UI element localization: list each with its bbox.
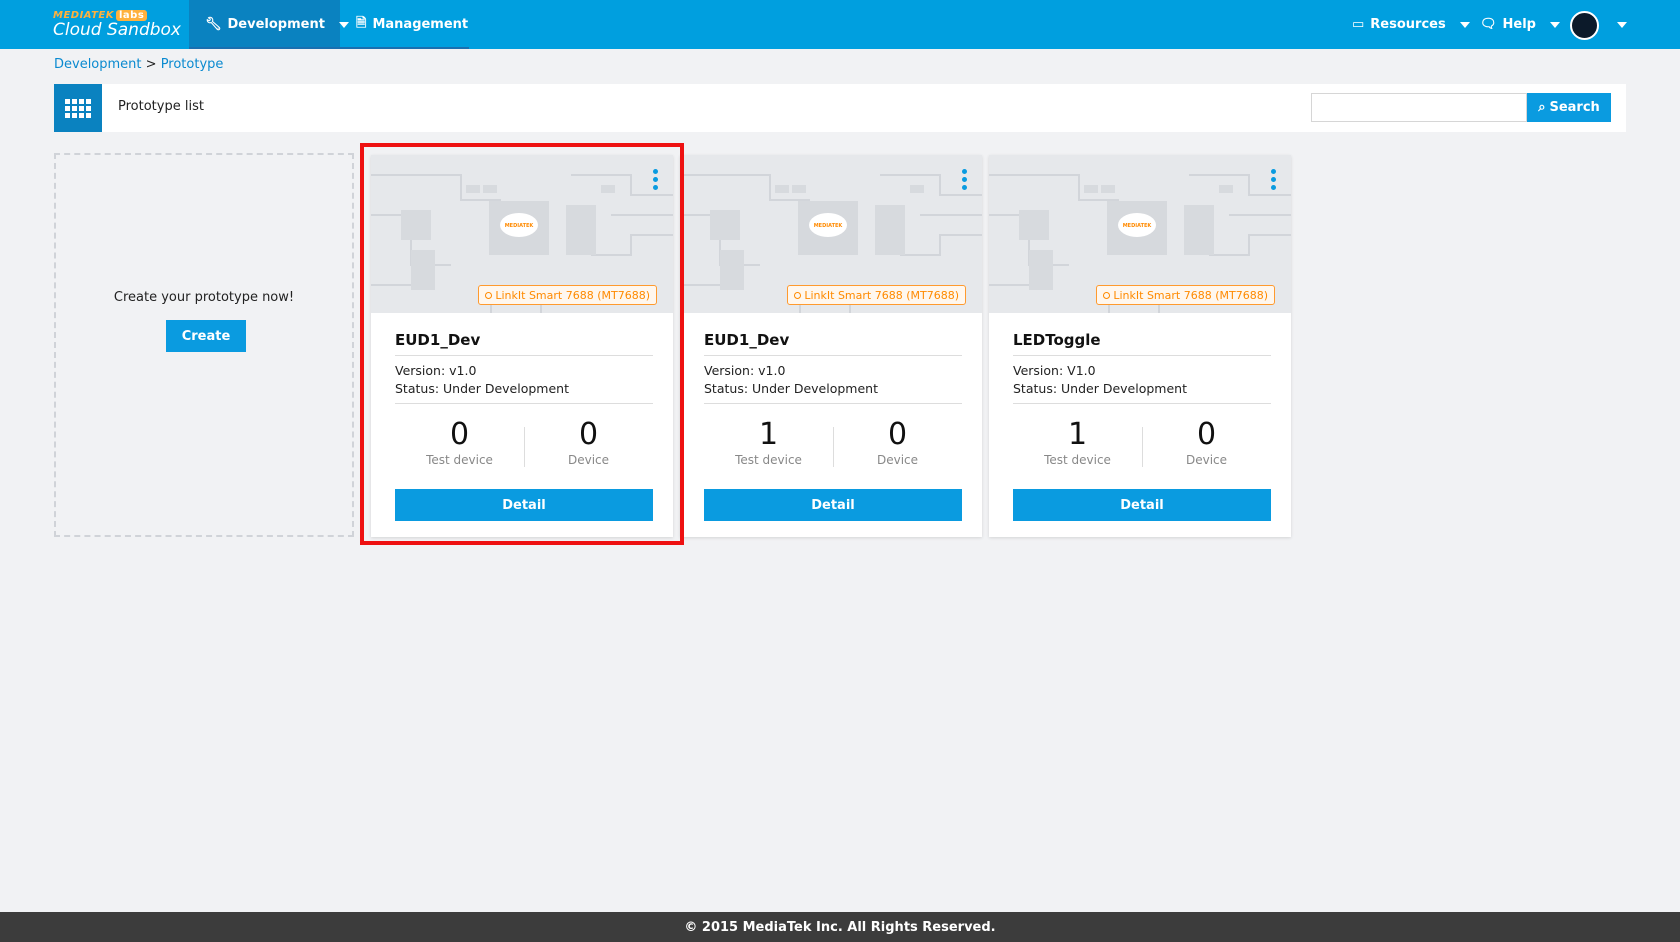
divider xyxy=(395,403,653,404)
search-button-label: Search xyxy=(1549,100,1600,115)
board-image: MEDIATEK LinkIt Smart 7688 (MT7688) xyxy=(989,155,1291,313)
divider xyxy=(704,355,962,356)
device-stat: 0 Device xyxy=(1142,417,1271,467)
breadcrumb-development[interactable]: Development xyxy=(54,57,142,72)
chat-icon: 🗨︎ xyxy=(1480,17,1497,32)
breadcrumb-prototype[interactable]: Prototype xyxy=(161,57,224,72)
document-icon: 🗎︎ xyxy=(356,15,367,31)
inbox-icon: ▭ xyxy=(1352,17,1365,32)
search-icon: ⌕ xyxy=(1538,100,1546,115)
nav-resources-label: Resources xyxy=(1370,17,1446,32)
prototype-name: EUD1_Dev xyxy=(395,331,481,349)
copyright-text: © 2015 MediaTek Inc. All Rights Reserved… xyxy=(684,919,996,935)
prototype-version: Version: v1.0 xyxy=(704,363,786,378)
prototype-card: MEDIATEK LinkIt Smart 7688 (MT7688) LEDT… xyxy=(989,155,1291,537)
footer: © 2015 MediaTek Inc. All Rights Reserved… xyxy=(0,912,1680,942)
prototype-name: LEDToggle xyxy=(1013,331,1101,349)
prototype-card: MEDIATEK LinkIt Smart 7688 (MT7688) EUD1… xyxy=(371,155,673,537)
breadcrumb: Development > Prototype xyxy=(54,57,223,72)
divider xyxy=(704,403,962,404)
board-tag: LinkIt Smart 7688 (MT7688) xyxy=(1096,285,1275,305)
prototype-status: Status: Under Development xyxy=(1013,381,1187,396)
chevron-down-icon xyxy=(1459,21,1470,28)
test-device-label: Test device xyxy=(1044,453,1111,467)
grid-icon xyxy=(54,84,102,132)
prototype-version: Version: v1.0 xyxy=(395,363,477,378)
more-options-icon[interactable] xyxy=(962,169,968,190)
nav-management[interactable]: 🗎︎ Management xyxy=(356,0,468,49)
detail-button[interactable]: Detail xyxy=(704,489,962,521)
nav-active-underline xyxy=(189,47,469,49)
prototype-status: Status: Under Development xyxy=(704,381,878,396)
prototype-name: EUD1_Dev xyxy=(704,331,790,349)
create-button[interactable]: Create xyxy=(166,320,246,352)
test-device-label: Test device xyxy=(735,453,802,467)
test-device-count: 1 xyxy=(1067,417,1088,452)
create-prototype-card: Create your prototype now! Create xyxy=(54,153,354,537)
nav-development-label: Development xyxy=(227,17,325,32)
user-avatar[interactable] xyxy=(1570,11,1599,40)
more-options-icon[interactable] xyxy=(1271,169,1277,190)
detail-button[interactable]: Detail xyxy=(1013,489,1271,521)
user-menu-chevron-icon[interactable] xyxy=(1617,22,1627,28)
test-device-count: 1 xyxy=(758,417,779,452)
chevron-down-icon xyxy=(1549,21,1560,28)
wrench-icon: 🔧︎ xyxy=(205,17,222,32)
brand-name: Cloud Sandbox xyxy=(53,20,181,40)
device-label: Device xyxy=(567,453,610,467)
device-stat: 0 Device xyxy=(833,417,962,467)
device-stat: 0 Device xyxy=(524,417,653,467)
prototype-version: Version: V1.0 xyxy=(1013,363,1096,378)
create-prompt-text: Create your prototype now! xyxy=(113,290,295,305)
more-options-icon[interactable] xyxy=(653,169,659,190)
search-button[interactable]: ⌕ Search xyxy=(1527,93,1611,122)
test-device-count: 0 xyxy=(449,417,470,452)
svg-text:MEDIATEK: MEDIATEK xyxy=(1123,223,1153,229)
divider xyxy=(395,355,653,356)
nav-help[interactable]: 🗨︎ Help xyxy=(1480,0,1560,49)
nav-management-label: Management xyxy=(372,17,469,32)
test-device-stat: 0 Test device xyxy=(395,417,524,467)
device-label: Device xyxy=(1185,453,1228,467)
page-title: Prototype list xyxy=(118,99,204,114)
divider xyxy=(1013,403,1271,404)
device-count: 0 xyxy=(887,417,908,452)
breadcrumb-separator: > xyxy=(141,57,161,72)
test-device-stat: 1 Test device xyxy=(1013,417,1142,467)
prototype-list-header: Prototype list ⌕ Search xyxy=(54,84,1626,132)
device-label: Device xyxy=(876,453,919,467)
top-navbar: MEDIATEK labs Cloud Sandbox 🔧︎ Developmen… xyxy=(0,0,1680,49)
cloud-sandbox-logo[interactable]: MEDIATEK labs Cloud Sandbox xyxy=(53,10,181,40)
test-device-label: Test device xyxy=(426,453,493,467)
board-image: MEDIATEK LinkIt Smart 7688 (MT7688) xyxy=(371,155,673,313)
nav-development[interactable]: 🔧︎ Development xyxy=(189,0,349,49)
svg-text:MEDIATEK: MEDIATEK xyxy=(814,223,844,229)
nav-resources[interactable]: ▭ Resources xyxy=(1352,0,1470,49)
board-image: MEDIATEK LinkIt Smart 7688 (MT7688) xyxy=(680,155,982,313)
device-count: 0 xyxy=(1196,417,1217,452)
detail-button[interactable]: Detail xyxy=(395,489,653,521)
board-tag: LinkIt Smart 7688 (MT7688) xyxy=(478,285,657,305)
nav-help-label: Help xyxy=(1502,17,1536,32)
svg-text:MEDIATEK: MEDIATEK xyxy=(505,223,535,229)
test-device-stat: 1 Test device xyxy=(704,417,833,467)
device-count: 0 xyxy=(578,417,599,452)
prototype-status: Status: Under Development xyxy=(395,381,569,396)
chevron-down-icon xyxy=(338,21,349,28)
divider xyxy=(1013,355,1271,356)
prototype-card: MEDIATEK LinkIt Smart 7688 (MT7688) EUD1… xyxy=(680,155,982,537)
board-tag: LinkIt Smart 7688 (MT7688) xyxy=(787,285,966,305)
search-input[interactable] xyxy=(1311,93,1527,122)
